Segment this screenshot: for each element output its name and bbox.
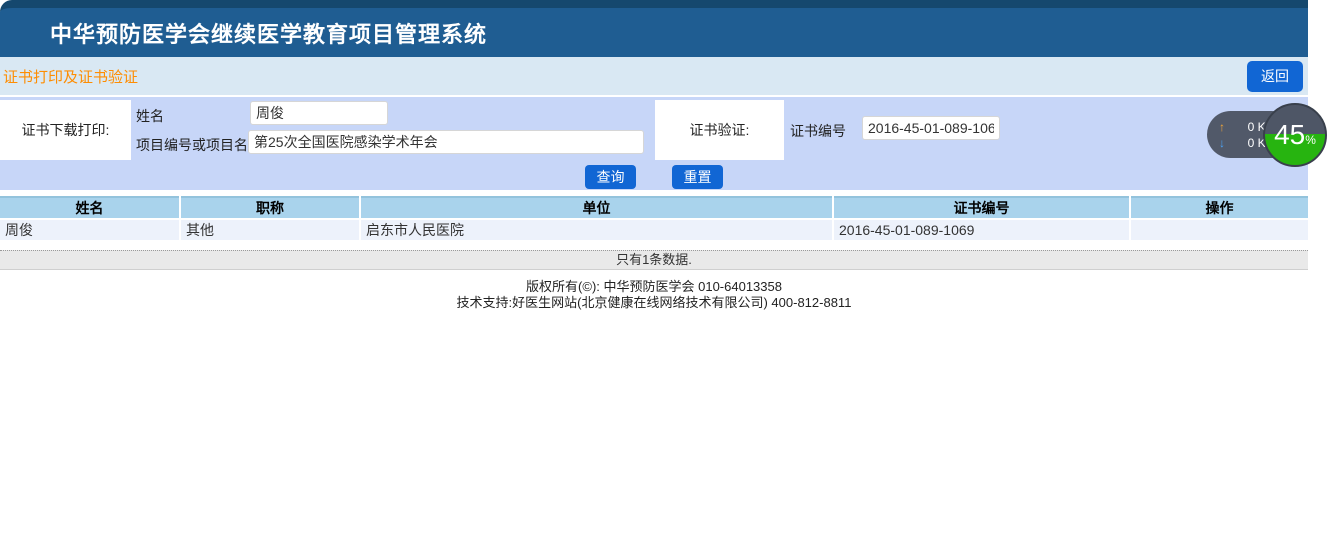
app-title: 中华预防医学会继续医学教育项目管理系统 [50, 21, 488, 47]
status-bar: 只有1条数据. [0, 250, 1308, 270]
cert-no-input[interactable] [862, 116, 1000, 140]
project-input[interactable] [248, 130, 644, 154]
percent-value: 45 [1274, 119, 1306, 150]
memory-percent-indicator[interactable]: 45 % [1263, 103, 1327, 167]
cell-operation [1129, 218, 1308, 240]
print-section-label-box: 证书下载打印: [0, 100, 131, 160]
verify-section-label: 证书验证: [689, 122, 750, 138]
col-header-name: 姓名 [0, 197, 180, 219]
percent-unit: % [1305, 133, 1316, 147]
page-footer: 版权所有(©): 中华预防医学会 010-64013358 技术支持:好医生网站… [0, 279, 1308, 311]
verify-section-label-box: 证书验证: [655, 100, 784, 160]
table-row: 周俊 其他 启东市人民医院 2016-45-01-089-1069 [0, 218, 1308, 240]
copyright-line: 版权所有(©): 中华预防医学会 010-64013358 [526, 279, 782, 294]
name-label: 姓名 [136, 108, 164, 124]
sub-header: 证书打印及证书验证 返回 [0, 57, 1308, 95]
name-input[interactable] [250, 101, 388, 125]
col-header-operation: 操作 [1129, 197, 1308, 219]
table-header-row: 姓名 职称 单位 证书编号 操作 [0, 197, 1308, 219]
cert-no-label: 证书编号 [790, 123, 846, 139]
app-header: 中华预防医学会继续医学教育项目管理系统 [0, 0, 1308, 57]
col-header-unit: 单位 [359, 197, 833, 219]
status-text: 只有1条数据. [616, 252, 692, 267]
tech-support-line: 技术支持:好医生网站(北京健康在线网络技术有限公司) 400-812-8811 [456, 295, 852, 310]
col-header-title: 职称 [179, 197, 360, 219]
query-button[interactable]: 查询 [585, 165, 636, 189]
cell-cert-no: 2016-45-01-089-1069 [832, 218, 1130, 240]
breadcrumb: 证书打印及证书验证 [3, 68, 139, 86]
reset-button[interactable]: 重置 [672, 165, 723, 189]
cell-title: 其他 [179, 218, 360, 240]
upload-arrow-icon: ↑ [1219, 119, 1225, 134]
results-table: 姓名 职称 单位 证书编号 操作 周俊 其他 启东市人民医院 2016-45-0… [0, 196, 1308, 240]
cell-unit: 启东市人民医院 [359, 218, 833, 240]
back-button[interactable]: 返回 [1247, 60, 1303, 92]
col-header-cert-no: 证书编号 [832, 197, 1130, 219]
print-section-label: 证书下载打印: [21, 122, 110, 138]
download-arrow-icon: ↓ [1219, 135, 1225, 150]
project-label: 项目编号或项目名称 [136, 137, 262, 153]
cell-name: 周俊 [0, 218, 180, 240]
query-form-section: 证书下载打印: 姓名 项目编号或项目名称 证书验证: 证书编号 查询 重置 [0, 97, 1308, 190]
